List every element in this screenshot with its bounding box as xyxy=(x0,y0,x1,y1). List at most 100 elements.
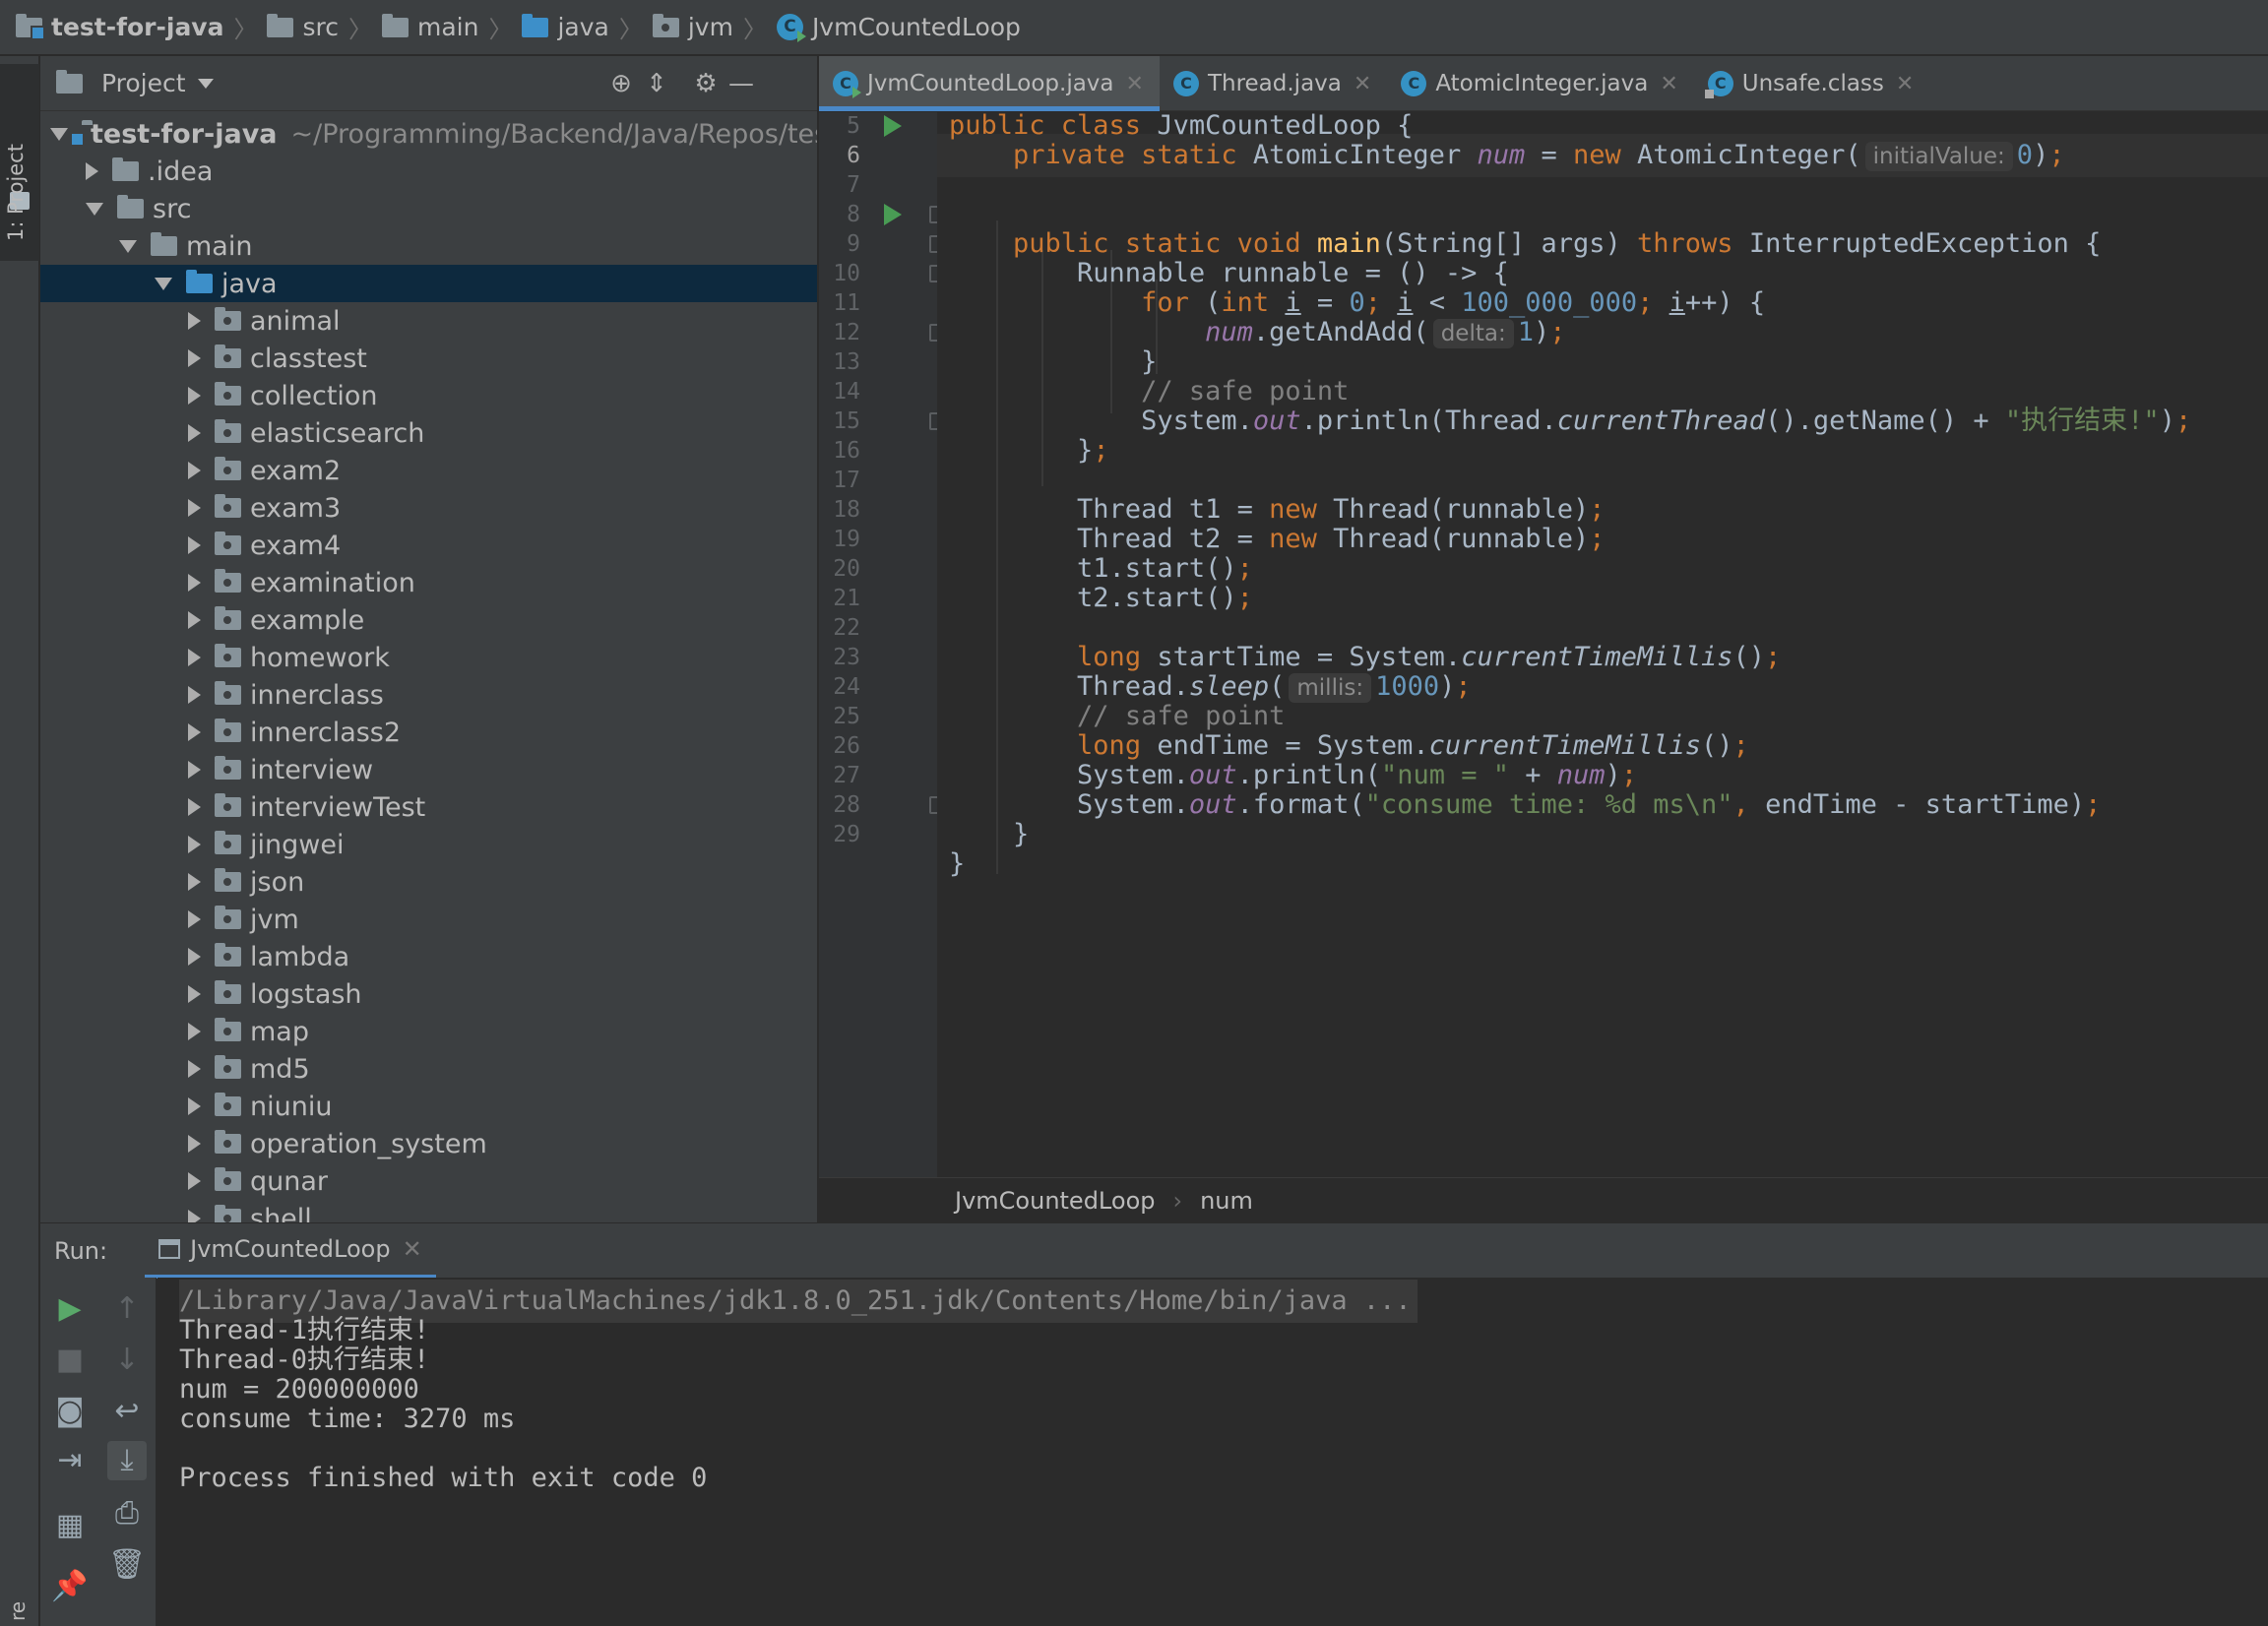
project-view-selector[interactable]: Project xyxy=(101,69,186,97)
structure-crumb-class[interactable]: JvmCountedLoop xyxy=(955,1187,1155,1215)
collapse-arrow-icon[interactable] xyxy=(188,312,201,330)
tab-unsafe[interactable]: C Unsafe.class ✕ xyxy=(1694,56,1930,111)
console-output[interactable]: /Library/Java/JavaVirtualMachines/jdk1.8… xyxy=(158,1278,2268,1626)
gear-icon[interactable]: ⚙ xyxy=(690,68,722,99)
hide-panel-icon[interactable]: — xyxy=(725,68,757,99)
tab-atomicinteger[interactable]: C AtomicInteger.java ✕ xyxy=(1387,56,1693,111)
tree-item-package[interactable]: niuniu xyxy=(40,1088,817,1125)
collapse-arrow-icon[interactable] xyxy=(188,910,201,928)
collapse-arrow-icon[interactable] xyxy=(188,761,201,779)
tree-item-package[interactable]: logstash xyxy=(40,975,817,1013)
collapse-arrow-icon[interactable] xyxy=(188,1097,201,1115)
collapse-arrow-icon[interactable] xyxy=(188,1060,201,1078)
collapse-all-icon[interactable]: ⇕ xyxy=(641,68,672,99)
tree-item-package[interactable]: innerclass2 xyxy=(40,714,817,751)
tree-item-package[interactable]: md5 xyxy=(40,1050,817,1088)
collapse-arrow-icon[interactable] xyxy=(188,499,201,517)
collapse-arrow-icon[interactable] xyxy=(188,611,201,629)
tree-item-package[interactable]: lambda xyxy=(40,938,817,975)
structure-crumb-field[interactable]: num xyxy=(1200,1187,1253,1215)
run-tab[interactable]: JvmCountedLoop ✕ xyxy=(145,1223,436,1279)
tree-item-package[interactable]: example xyxy=(40,601,817,639)
tree-item-package[interactable]: examination xyxy=(40,564,817,601)
tree-item-package[interactable]: shell xyxy=(40,1200,817,1222)
tree-item-package[interactable]: elasticsearch xyxy=(40,414,817,452)
tree-item-package[interactable]: exam3 xyxy=(40,489,817,527)
close-icon[interactable]: ✕ xyxy=(1896,72,1914,96)
code-editor[interactable]: public class JvmCountedLoop { private st… xyxy=(937,112,2268,1177)
collapse-arrow-icon[interactable] xyxy=(188,873,201,891)
camera-icon[interactable]: ◙ xyxy=(50,1392,90,1431)
collapse-arrow-icon[interactable] xyxy=(188,424,201,442)
tree-item-package[interactable]: animal xyxy=(40,302,817,340)
breadcrumb-jvm[interactable]: jvm xyxy=(652,13,733,41)
close-icon[interactable]: ✕ xyxy=(1660,72,1677,96)
run-gutter-icon[interactable] xyxy=(884,204,902,225)
expand-arrow-icon[interactable] xyxy=(119,239,137,253)
tree-item-package[interactable]: qunar xyxy=(40,1162,817,1200)
collapse-arrow-icon[interactable] xyxy=(188,349,201,367)
breadcrumb-main[interactable]: main xyxy=(381,13,478,41)
collapse-arrow-icon[interactable] xyxy=(188,948,201,966)
tree-item-package[interactable]: map xyxy=(40,1013,817,1050)
collapse-arrow-icon[interactable] xyxy=(188,574,201,592)
collapse-arrow-icon[interactable] xyxy=(188,686,201,704)
collapse-arrow-icon[interactable] xyxy=(188,1210,201,1222)
tree-item-package[interactable]: collection xyxy=(40,377,817,414)
collapse-arrow-icon[interactable] xyxy=(188,723,201,741)
expand-arrow-icon[interactable] xyxy=(50,127,68,141)
tree-item-package[interactable]: interviewTest xyxy=(40,788,817,826)
tree-item-src[interactable]: src xyxy=(40,190,817,227)
collapse-arrow-icon[interactable] xyxy=(188,836,201,853)
project-tool-tab[interactable]: 1: Project xyxy=(0,64,39,261)
tree-item-package[interactable]: jvm xyxy=(40,901,817,938)
tree-item-package[interactable]: classtest xyxy=(40,340,817,377)
collapse-arrow-icon[interactable] xyxy=(188,462,201,479)
collapse-arrow-icon[interactable] xyxy=(188,798,201,816)
tree-item-package[interactable]: json xyxy=(40,863,817,901)
close-icon[interactable]: ✕ xyxy=(1354,72,1371,96)
tree-item-package[interactable]: interview xyxy=(40,751,817,788)
collapse-arrow-icon[interactable] xyxy=(188,985,201,1003)
rerun-icon[interactable]: ▶ xyxy=(50,1289,90,1329)
tab-jvmcountedloop[interactable]: C JvmCountedLoop.java ✕ xyxy=(819,56,1160,111)
soft-wrap-icon[interactable]: ↩ xyxy=(107,1392,147,1431)
collapse-arrow-icon[interactable] xyxy=(188,1135,201,1153)
arrow-down-icon[interactable]: ↓ xyxy=(107,1341,147,1380)
tree-item-package[interactable]: homework xyxy=(40,639,817,676)
tree-item-package[interactable]: innerclass xyxy=(40,676,817,714)
trash-icon[interactable]: 🗑 xyxy=(107,1545,147,1585)
close-icon[interactable]: ✕ xyxy=(403,1235,422,1263)
tree-item-idea[interactable]: .idea xyxy=(40,153,817,190)
breadcrumb-project[interactable]: test-for-java xyxy=(16,13,223,41)
collapse-arrow-icon[interactable] xyxy=(188,387,201,405)
layout-icon[interactable]: ▦ xyxy=(50,1506,90,1545)
close-icon[interactable]: ✕ xyxy=(1126,72,1144,96)
breadcrumb-src[interactable]: src xyxy=(267,13,339,41)
locate-icon[interactable]: ⊕ xyxy=(605,68,637,99)
tree-item-package[interactable]: operation_system xyxy=(40,1125,817,1162)
tree-item-package[interactable]: jingwei xyxy=(40,826,817,863)
tree-item-root[interactable]: test-for-java ~/Programming/Backend/Java… xyxy=(40,115,817,153)
collapse-arrow-icon[interactable] xyxy=(188,649,201,666)
print-icon[interactable]: ⎙ xyxy=(107,1494,147,1533)
collapse-arrow-icon[interactable] xyxy=(188,1023,201,1040)
pin-icon[interactable]: 📌 xyxy=(50,1567,90,1606)
tab-thread[interactable]: C Thread.java ✕ xyxy=(1160,56,1387,111)
collapse-arrow-icon[interactable] xyxy=(188,1172,201,1190)
bottom-tool-tab-label[interactable]: re xyxy=(6,1601,30,1621)
run-gutter-icon[interactable] xyxy=(884,115,902,137)
arrow-up-icon[interactable]: ↑ xyxy=(107,1289,147,1329)
collapse-arrow-icon[interactable] xyxy=(188,536,201,554)
tree-item-package[interactable]: exam4 xyxy=(40,527,817,564)
tree-item-package[interactable]: exam2 xyxy=(40,452,817,489)
breadcrumb-class[interactable]: C JvmCountedLoop xyxy=(776,13,1021,42)
scroll-to-end-icon[interactable]: ⤓ xyxy=(107,1441,147,1480)
chevron-down-icon[interactable] xyxy=(197,78,214,89)
collapse-arrow-icon[interactable] xyxy=(86,162,98,180)
tree-item-main[interactable]: main xyxy=(40,227,817,265)
stop-icon[interactable]: ■ xyxy=(50,1341,90,1380)
expand-arrow-icon[interactable] xyxy=(155,277,172,290)
tree-item-java[interactable]: java xyxy=(40,265,817,302)
expand-arrow-icon[interactable] xyxy=(86,202,103,216)
